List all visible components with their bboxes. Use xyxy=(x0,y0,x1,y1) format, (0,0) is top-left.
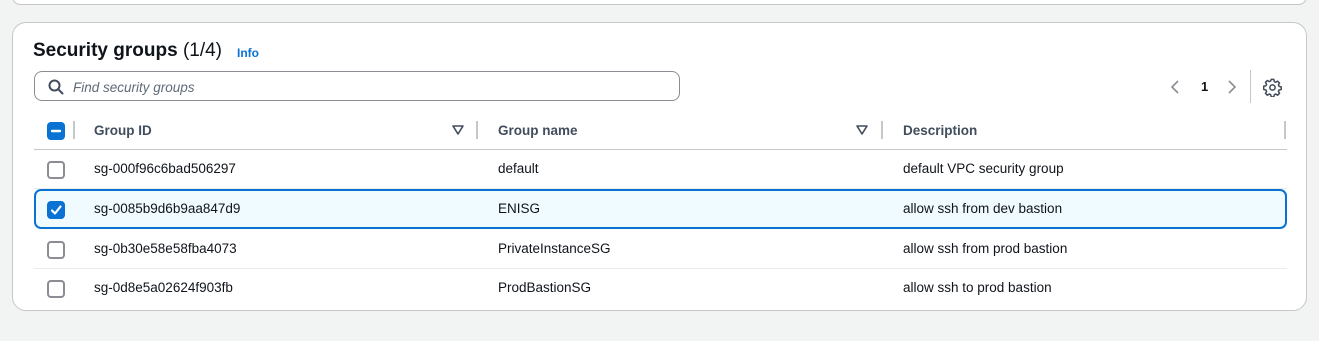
chevron-left-icon[interactable] xyxy=(1169,78,1181,96)
group-name-cell: default xyxy=(498,161,539,176)
panel-title-text: Security groups xyxy=(33,40,178,61)
row-checkbox[interactable] xyxy=(47,280,65,298)
group-id-cell: sg-0085b9d6b9aa847d9 xyxy=(94,201,241,216)
group-name-cell: ENISG xyxy=(498,201,541,216)
table-row[interactable]: sg-0b30e58e58fba4073 PrivateInstanceSG a… xyxy=(34,230,1287,269)
search-input[interactable] xyxy=(71,76,675,98)
page-number[interactable]: 1 xyxy=(1201,79,1208,94)
group-name-cell: PrivateInstanceSG xyxy=(498,241,611,256)
search-icon xyxy=(48,79,64,95)
column-header-group-id[interactable]: Group ID xyxy=(94,123,152,138)
caret-down-icon[interactable] xyxy=(452,124,464,136)
description-cell: allow ssh from prod bastion xyxy=(903,241,1068,256)
previous-panel xyxy=(12,0,1307,5)
group-id-cell: sg-0d8e5a02624f903fb xyxy=(94,280,233,295)
selection-count: (1/4) xyxy=(182,40,223,61)
table-row[interactable]: sg-000f96c6bad506297 default default VPC… xyxy=(34,150,1287,189)
checkmark-icon xyxy=(50,205,62,215)
group-name-cell: ProdBastionSG xyxy=(498,280,592,295)
column-separator[interactable] xyxy=(881,121,883,139)
security-groups-panel: Security groups (1/4) Info 1 xyxy=(12,22,1307,311)
indeterminate-icon xyxy=(50,129,62,133)
gear-icon[interactable] xyxy=(1263,78,1282,97)
divider xyxy=(1250,70,1251,103)
description-cell: default VPC security group xyxy=(903,161,1064,176)
description-cell: allow ssh to prod bastion xyxy=(903,280,1052,295)
row-checkbox[interactable] xyxy=(47,161,65,179)
table-row[interactable]: sg-0085b9d6b9aa847d9 ENISG allow ssh fro… xyxy=(34,189,1287,229)
column-header-group-name[interactable]: Group name xyxy=(498,123,578,138)
table-row[interactable]: sg-0d8e5a02624f903fb ProdBastionSG allow… xyxy=(34,269,1287,307)
column-header-description[interactable]: Description xyxy=(903,123,977,138)
panel-title: Security groups (1/4) xyxy=(33,40,222,62)
group-id-cell: sg-0b30e58e58fba4073 xyxy=(94,241,237,256)
search-box xyxy=(34,71,680,101)
group-id-cell: sg-000f96c6bad506297 xyxy=(94,161,236,176)
caret-down-icon[interactable] xyxy=(856,124,868,136)
row-checkbox[interactable] xyxy=(47,241,65,259)
column-separator[interactable] xyxy=(1284,121,1286,139)
description-cell: allow ssh from dev bastion xyxy=(903,201,1063,216)
table-header: Group ID Group name Description xyxy=(34,115,1287,150)
select-all-checkbox[interactable] xyxy=(47,122,65,140)
chevron-right-icon[interactable] xyxy=(1226,78,1238,96)
column-separator xyxy=(73,121,75,139)
row-checkbox[interactable] xyxy=(47,201,65,219)
column-separator[interactable] xyxy=(476,121,478,139)
info-link[interactable]: Info xyxy=(237,46,259,60)
